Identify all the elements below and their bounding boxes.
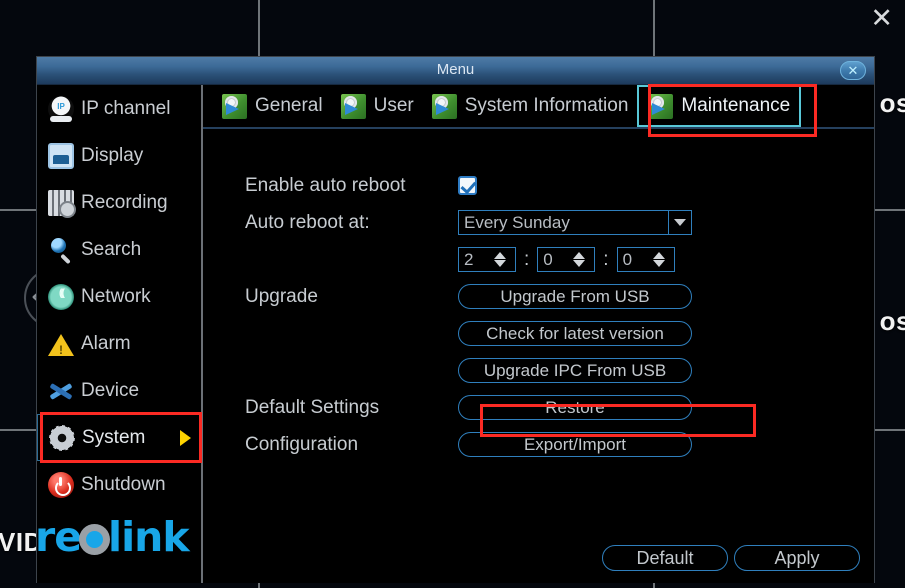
stepper-up-icon[interactable] [652,252,665,259]
second-value: 0 [622,249,633,269]
sidebar-item-label: IP channel [81,97,171,119]
reolink-logo: re link [35,513,190,561]
sidebar-item-label: Alarm [81,332,131,354]
time-separator: : [524,248,530,270]
row-upgrade: Upgrade Upgrade From USB [203,278,874,315]
default-settings-label: Default Settings [245,396,380,418]
dialog-title: Menu [436,61,475,78]
minute-value: 0 [543,249,553,269]
sidebar-item-ip-channel[interactable]: IP channel [37,85,201,132]
sidebar-item-label: Network [81,285,151,307]
sidebar-item-label: Shutdown [81,473,166,495]
tab-label: System Information [464,95,629,116]
configuration-label: Configuration [245,433,359,455]
auto-reboot-at-label: Auto reboot at: [245,211,370,233]
menu-dialog: Menu ✕ IP channel Display Recording Sear… [35,56,875,583]
sidebar-item-label: System [82,426,146,448]
stepper-up-icon[interactable] [494,252,506,259]
logo-text-post: link [108,513,190,561]
logo-o-dot-icon [79,524,111,555]
default-button[interactable]: Default [602,545,728,571]
dialog-footer: Default Apply [602,545,860,571]
tab-label: General [255,95,323,116]
stepper-up-icon[interactable] [573,252,586,259]
alarm-warning-icon [48,334,74,357]
tab-label: Maintenance [681,95,791,116]
upgrade-ipc-from-usb-button[interactable]: Upgrade IPC From USB [458,358,692,383]
stepper-down-icon[interactable] [652,260,665,267]
second-stepper[interactable]: 0 [616,247,675,272]
apply-button[interactable]: Apply [734,545,860,571]
system-gear-icon [49,424,75,451]
tab-user[interactable]: User [332,85,423,127]
row-default-settings: Default Settings Restore [203,389,874,426]
time-separator: : [603,248,609,270]
chevron-right-icon [180,429,191,446]
bg-label-right-bottom: os [879,306,905,336]
upgrade-from-usb-button[interactable]: Upgrade From USB [458,284,692,309]
ip-camera-icon [48,95,74,122]
background-close-icon[interactable]: ✕ [870,5,893,32]
dialog-body: IP channel Display Recording Search Netw… [35,85,874,583]
content-panel: General User System Information Maintena… [203,85,874,583]
hour-value: 2 [464,249,474,269]
gear-arrow-icon [222,93,247,119]
dialog-titlebar: Menu ✕ [37,57,874,85]
upgrade-label: Upgrade [245,285,318,307]
tab-system-information[interactable]: System Information [423,85,638,127]
sidebar-item-label: Device [81,379,140,401]
sidebar-item-search[interactable]: Search [37,226,201,273]
gear-arrow-icon [431,93,457,119]
row-configuration: Configuration Export/Import [203,426,874,463]
recording-icon [48,189,76,218]
tab-maintenance[interactable]: Maintenance [637,85,802,127]
selected-value: Every Sunday [464,212,570,232]
sidebar-item-system[interactable]: System [37,414,201,461]
sidebar-item-network[interactable]: Network [37,273,201,320]
sidebar: IP channel Display Recording Search Netw… [35,85,203,583]
sidebar-item-label: Display [81,144,144,166]
device-tools-icon [48,378,74,404]
row-auto-reboot-time: 2 : 0 : 0 [203,241,874,278]
network-icon [48,283,74,310]
close-icon[interactable]: ✕ [840,61,866,80]
enable-auto-reboot-checkbox[interactable] [458,176,477,195]
search-icon [48,237,74,263]
sidebar-item-label: Search [81,238,142,260]
display-icon [48,142,74,169]
row-upgrade-ipc: Upgrade IPC From USB [203,352,874,389]
gear-arrow-icon [648,93,674,119]
bg-label-right-top: os [879,88,905,118]
export-import-button[interactable]: Export/Import [458,432,692,457]
stepper-down-icon[interactable] [573,260,586,267]
sidebar-item-label: Recording [81,191,168,213]
stepper-down-icon[interactable] [494,260,506,267]
logo-text-pre: re [35,513,82,561]
hour-stepper[interactable]: 2 [458,247,516,272]
row-enable-auto-reboot: Enable auto reboot [203,167,874,204]
tab-bar: General User System Information Maintena… [203,85,874,129]
minute-stepper[interactable]: 0 [537,247,596,272]
gear-arrow-icon [340,93,366,119]
restore-button[interactable]: Restore [458,395,692,420]
enable-auto-reboot-label: Enable auto reboot [245,174,406,196]
sidebar-item-recording[interactable]: Recording [37,179,201,226]
power-icon [48,471,74,498]
auto-reboot-schedule-select[interactable]: Every Sunday [458,210,692,235]
check-latest-version-button[interactable]: Check for latest version [458,321,692,346]
row-auto-reboot-at: Auto reboot at: Every Sunday [203,204,874,241]
tab-label: User [373,95,414,116]
chevron-down-icon[interactable] [668,211,691,234]
row-check-version: Check for latest version [203,315,874,352]
maintenance-form: Enable auto reboot Auto reboot at: Every… [203,129,874,463]
tab-general[interactable]: General [213,85,332,127]
sidebar-item-device[interactable]: Device [37,367,201,414]
sidebar-item-shutdown[interactable]: Shutdown [37,461,201,508]
sidebar-item-display[interactable]: Display [37,132,201,179]
sidebar-item-alarm[interactable]: Alarm [37,320,201,367]
